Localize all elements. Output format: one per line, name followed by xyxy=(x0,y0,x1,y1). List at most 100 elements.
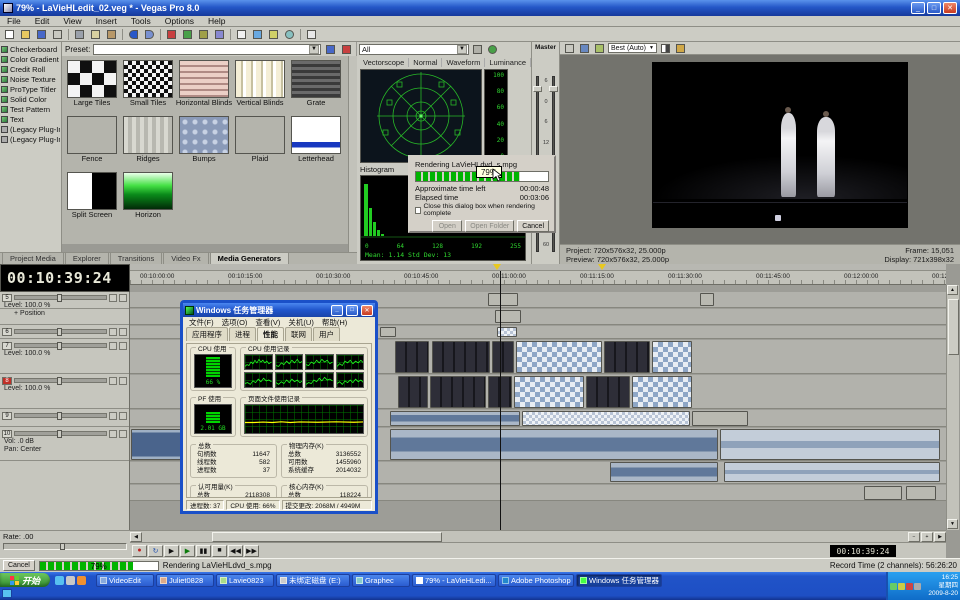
minimize-button[interactable]: _ xyxy=(911,2,925,14)
generator-item[interactable]: (Legacy Plug-In) xyxy=(1,134,60,144)
save-preset-icon[interactable] xyxy=(324,43,337,55)
track-number[interactable]: 6 xyxy=(2,328,12,336)
track-header-7[interactable]: 7 Level: 100.0 % xyxy=(0,340,129,374)
time-ruler[interactable]: 00:10:00:00 00:10:15:00 00:10:30:00 00:1… xyxy=(130,271,946,285)
track-mute-button[interactable] xyxy=(109,430,117,438)
taskbar-item[interactable]: Graphec xyxy=(352,574,410,587)
taskbar-item[interactable]: 79% - LaVieHLedi... xyxy=(412,574,496,587)
chevron-down-icon[interactable]: ▼ xyxy=(457,45,467,54)
marker-bar[interactable] xyxy=(130,264,946,271)
track-solo-button[interactable] xyxy=(119,377,127,385)
generator-item[interactable]: Solid Color xyxy=(1,94,60,104)
media-player-icon[interactable] xyxy=(77,576,86,585)
menu-tools[interactable]: Tools xyxy=(124,16,158,26)
selection-tool-icon[interactable] xyxy=(266,28,281,41)
timeline-horizontal-scrollbar[interactable]: ◀ − + ▶ xyxy=(130,530,946,542)
envelope-edit-tool-icon[interactable] xyxy=(250,28,265,41)
preset-vertical-blinds[interactable]: Vertical Blinds xyxy=(232,58,288,114)
undo-icon[interactable] xyxy=(126,28,141,41)
track-header-6[interactable]: 6 xyxy=(0,326,129,339)
generator-item[interactable]: Noise Texture xyxy=(1,74,60,84)
taskbar-item[interactable]: Juliet0828 xyxy=(156,574,214,587)
tab-media-generators[interactable]: Media Generators xyxy=(210,252,289,264)
scroll-right-icon[interactable]: ▶ xyxy=(934,532,946,542)
preset-fence[interactable]: Fence xyxy=(64,114,120,170)
go-to-start-button[interactable]: ◀◀ xyxy=(228,545,243,557)
tray-icon[interactable] xyxy=(890,583,897,590)
tm-tab-users[interactable]: 用户 xyxy=(313,327,340,341)
taskbar-item[interactable]: VideoEdit xyxy=(96,574,154,587)
tm-tab-processes[interactable]: 进程 xyxy=(229,327,256,341)
snapping-icon[interactable] xyxy=(164,28,179,41)
level-slider[interactable] xyxy=(14,413,107,418)
track-number[interactable]: 9 xyxy=(2,412,12,420)
scroll-thumb[interactable] xyxy=(212,532,442,542)
lock-envelopes-icon[interactable] xyxy=(196,28,211,41)
tray-icon[interactable] xyxy=(914,583,921,590)
open-icon[interactable] xyxy=(18,28,33,41)
chevron-down-icon[interactable]: ▼ xyxy=(309,45,319,54)
menu-help[interactable]: Help xyxy=(201,16,232,26)
menu-options[interactable]: Options xyxy=(158,16,201,26)
level-slider[interactable] xyxy=(14,378,107,383)
show-desktop-icon[interactable] xyxy=(66,576,75,585)
preset-split-screen[interactable]: Split Screen xyxy=(64,170,120,226)
taskbar-item[interactable]: Windows 任务管理器 xyxy=(576,574,662,587)
preset-grate[interactable]: Grate xyxy=(288,58,344,114)
new-project-icon[interactable] xyxy=(2,28,17,41)
copy-icon[interactable] xyxy=(88,28,103,41)
close-button[interactable]: ✕ xyxy=(361,305,373,316)
generator-item[interactable]: Text xyxy=(1,114,60,124)
generator-item[interactable]: Test Pattern xyxy=(1,104,60,114)
zoom-tool-icon[interactable] xyxy=(282,28,297,41)
track-header-10[interactable]: 10 Vol: .0 dB Pan: Center xyxy=(0,428,129,461)
track-number[interactable]: 10 xyxy=(2,430,12,438)
generator-item[interactable]: ProType Titler xyxy=(1,84,60,94)
play-from-start-button[interactable]: ▶ xyxy=(164,545,179,557)
save-icon[interactable] xyxy=(34,28,49,41)
zoom-out-icon[interactable]: − xyxy=(908,532,920,542)
track-solo-button[interactable] xyxy=(119,294,127,302)
scope-mode-normal[interactable]: Normal xyxy=(409,58,442,67)
track-5-position-row[interactable]: + Position xyxy=(0,309,129,325)
cancel-render-button[interactable]: Cancel xyxy=(517,220,549,232)
fader-thumb[interactable] xyxy=(533,86,542,92)
go-to-end-button[interactable]: ▶▶ xyxy=(244,545,259,557)
normal-edit-tool-icon[interactable] xyxy=(234,28,249,41)
task-manager-titlebar[interactable]: Windows 任务管理器 _ □ ✕ xyxy=(183,303,375,317)
track-number[interactable]: 8 xyxy=(2,377,12,385)
track-number[interactable]: 5 xyxy=(2,294,12,302)
preset-horizon[interactable]: Horizon xyxy=(120,170,176,226)
preset-scrollbar[interactable] xyxy=(348,56,357,252)
track-solo-button[interactable] xyxy=(119,412,127,420)
record-button[interactable]: ● xyxy=(132,545,147,557)
scope-refresh-icon[interactable] xyxy=(486,44,499,55)
maximize-button[interactable]: □ xyxy=(346,305,358,316)
tray-icon[interactable] xyxy=(898,583,905,590)
scroll-up-icon[interactable]: ▲ xyxy=(947,285,958,295)
preset-plaid[interactable]: Plaid xyxy=(232,114,288,170)
track-solo-button[interactable] xyxy=(119,342,127,350)
level-slider[interactable] xyxy=(14,343,107,348)
taskbar-item[interactable]: 未绑定磁盘 (E:) xyxy=(276,574,350,587)
scroll-down-icon[interactable]: ▼ xyxy=(947,519,958,529)
playhead-cursor[interactable] xyxy=(500,271,501,530)
taskbar-item[interactable]: Lavie0823 xyxy=(216,574,274,587)
start-button[interactable]: 开始 xyxy=(0,573,50,587)
redo-icon[interactable] xyxy=(142,28,157,41)
ie-icon[interactable] xyxy=(55,576,64,585)
track-mute-button[interactable] xyxy=(109,377,117,385)
menu-view[interactable]: View xyxy=(56,16,88,26)
scope-settings-icon[interactable] xyxy=(471,44,484,55)
level-slider[interactable] xyxy=(14,329,107,334)
ignore-grouping-icon[interactable] xyxy=(212,28,227,41)
open-button[interactable]: Open xyxy=(432,220,462,232)
split-screen-icon[interactable] xyxy=(659,43,672,54)
titlebar[interactable]: 79% - LaVieHLedit_02.veg * - Vegas Pro 8… xyxy=(0,0,960,16)
track-header-8[interactable]: 8 Level: 100.0 % xyxy=(0,375,129,409)
tm-tab-applications[interactable]: 应用程序 xyxy=(186,327,228,341)
scope-mode-luminance[interactable]: Luminance xyxy=(485,58,531,67)
auto-ripple-icon[interactable] xyxy=(180,28,195,41)
close-when-done-checkbox[interactable] xyxy=(415,207,421,214)
fader-thumb[interactable] xyxy=(549,86,558,92)
